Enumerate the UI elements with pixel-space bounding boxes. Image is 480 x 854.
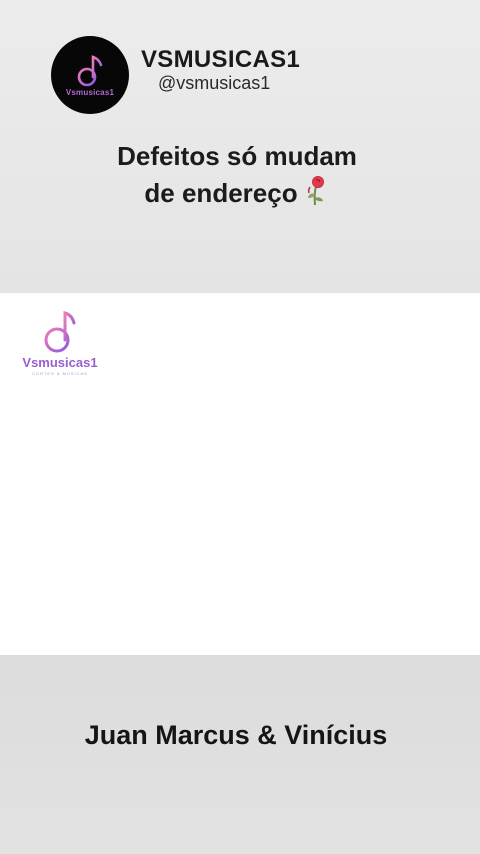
avatar-label: Vsmusicas1	[65, 88, 115, 97]
title-line-2-text: de endereço	[144, 178, 298, 208]
channel-handle[interactable]: @vsmusicas1	[158, 73, 270, 94]
artist-name: Juan Marcus & Vinícius	[84, 720, 388, 750]
post-title: Defeitos só mudam de endereço	[0, 138, 474, 215]
watermark-tagline: CORTES & MÚSICAS	[32, 371, 88, 376]
watermark-brand: Vsmusicas1	[22, 355, 98, 370]
footer-panel	[0, 655, 480, 854]
title-line-2: de endereço	[0, 174, 474, 215]
music-note-logo-icon	[77, 55, 103, 87]
video-watermark: Vsmusicas1 CORTES & MÚSICAS	[20, 308, 100, 376]
music-note-logo-icon	[44, 311, 76, 353]
wilted-rose-icon	[300, 174, 330, 215]
title-line-1: Defeitos só mudam	[117, 141, 357, 171]
channel-avatar[interactable]: Vsmusicas1	[51, 36, 129, 114]
channel-name[interactable]: VSMUSICAS1	[141, 46, 300, 74]
